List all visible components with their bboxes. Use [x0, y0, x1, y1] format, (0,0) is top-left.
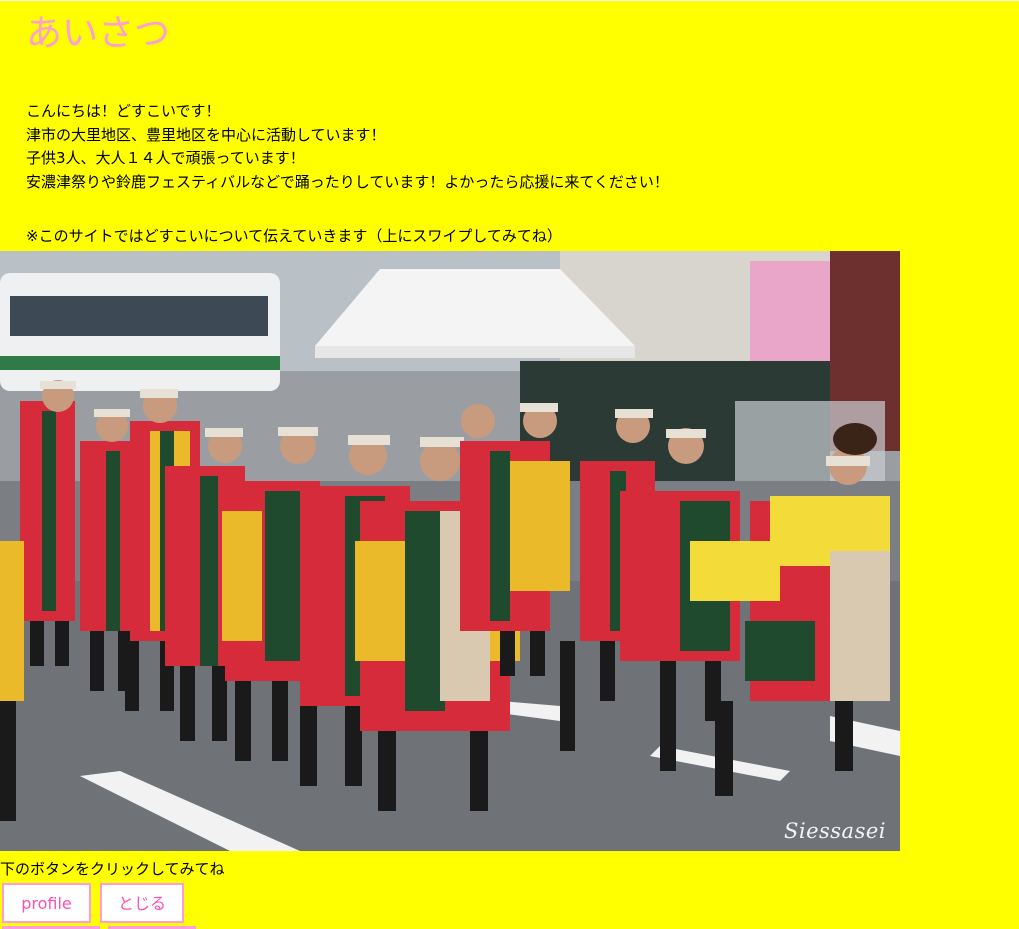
profile-button[interactable]: profile: [2, 883, 91, 923]
intro-line: 安濃津祭りや鈴鹿フェスティバルなどで踊ったりしています！よかったら応援に来てくだ…: [26, 172, 669, 191]
photo-illustration: [0, 251, 900, 851]
close-button[interactable]: とじる: [100, 883, 184, 923]
intro-line: 津市の大里地区、豊里地区を中心に活動しています！: [26, 125, 386, 144]
photo-watermark: Siessasei: [783, 819, 886, 843]
yosakoi-dancers-photo: Siessasei: [0, 251, 900, 851]
page-title: あいさつ: [26, 13, 171, 54]
click-prompt: 下のボタンをクリックしてみてね: [0, 860, 225, 878]
intro-line: こんにちは！どすこいです！: [26, 102, 221, 120]
intro-line: 子供3人、大人１４人で頑張っています！: [26, 149, 305, 167]
top-border: [0, 0, 1019, 1]
intro-text: こんにちは！どすこいです！ 津市の大里地区、豊里地区を中心に活動しています！ 子…: [26, 100, 669, 194]
site-note: ※このサイトではどすこいについて伝えていきます（上にスワイプしてみてね）: [26, 227, 562, 245]
